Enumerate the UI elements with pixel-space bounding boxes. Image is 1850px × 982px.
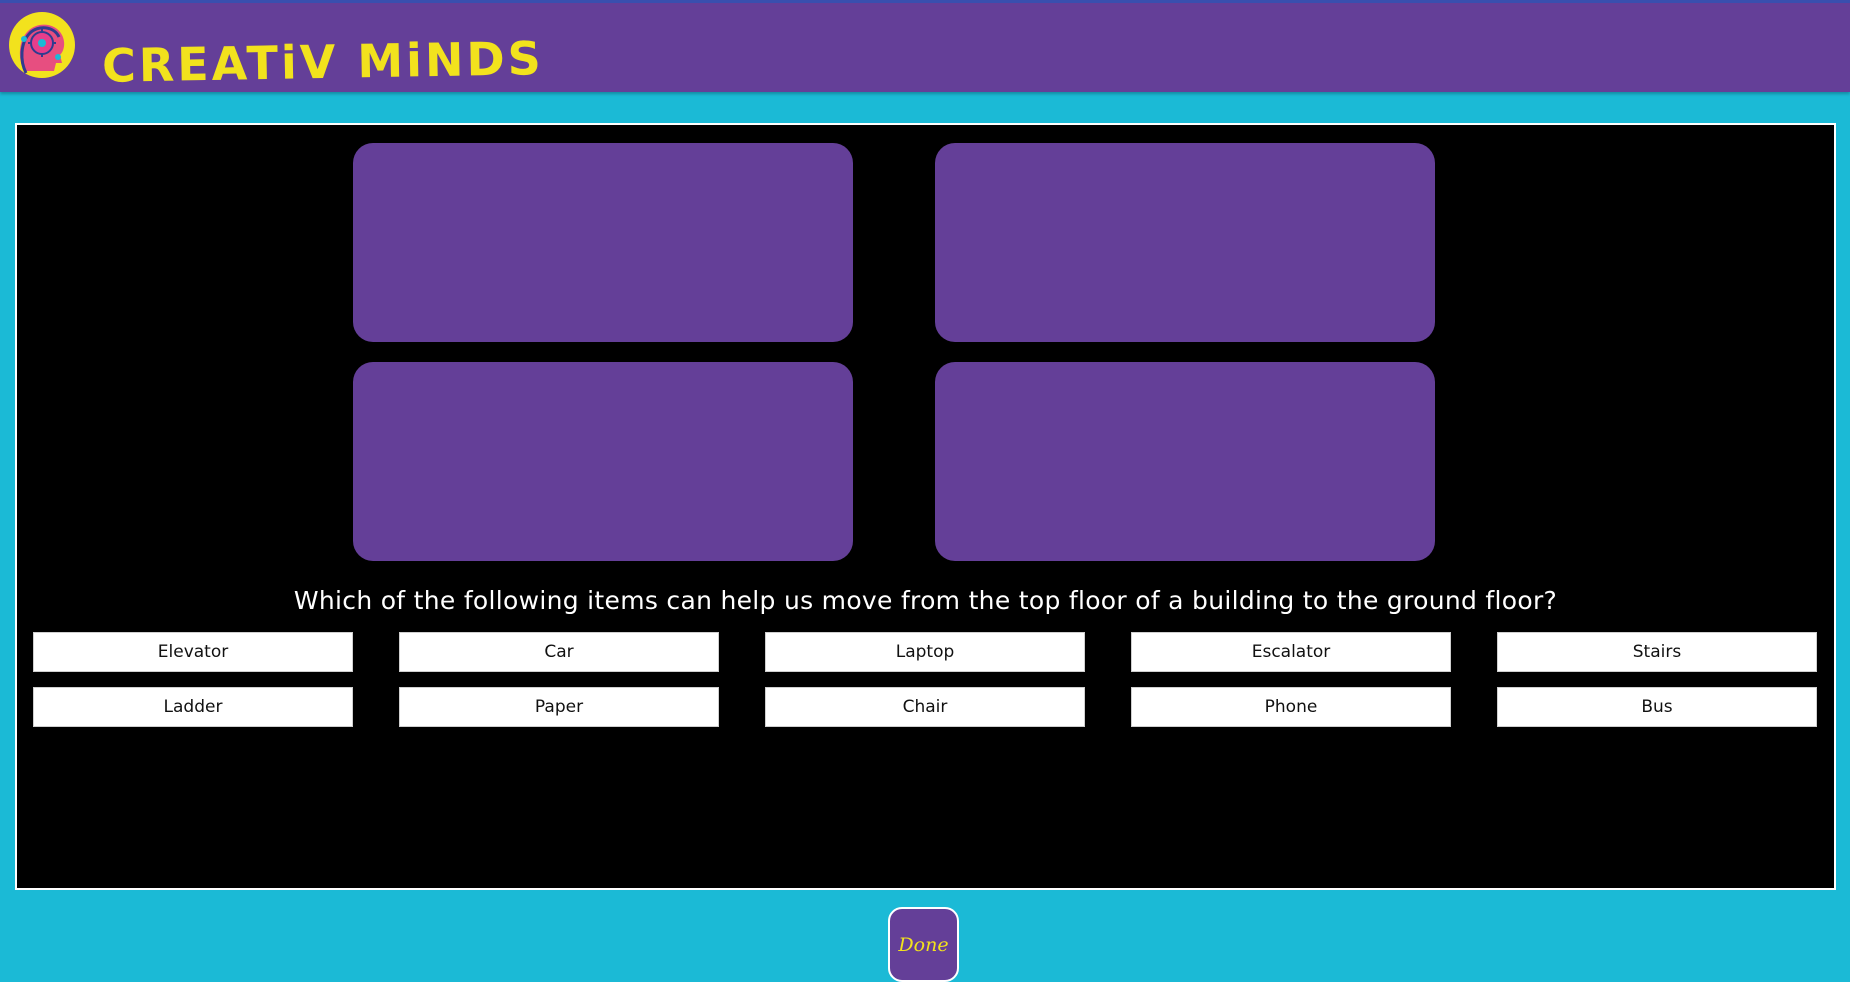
option-stairs[interactable]: Stairs	[1497, 632, 1817, 672]
option-ladder[interactable]: Ladder	[33, 687, 353, 727]
options-grid: Elevator Car Laptop Escalator Stairs Lad…	[33, 632, 1818, 727]
question-text: Which of the following items can help us…	[293, 586, 1558, 615]
option-laptop[interactable]: Laptop	[765, 632, 1085, 672]
brand-title[interactable]: CREATiV MiNDS	[102, 31, 545, 93]
option-bus[interactable]: Bus	[1497, 687, 1817, 727]
brain-gear-head-icon[interactable]	[4, 11, 76, 83]
answer-card-3[interactable]	[353, 362, 853, 561]
game-stage: Which of the following items can help us…	[15, 123, 1836, 890]
answer-card-4[interactable]	[935, 362, 1435, 561]
option-paper[interactable]: Paper	[399, 687, 719, 727]
option-chair[interactable]: Chair	[765, 687, 1085, 727]
option-elevator[interactable]: Elevator	[33, 632, 353, 672]
option-escalator[interactable]: Escalator	[1131, 632, 1451, 672]
app-header: CREATiV MiNDS	[0, 0, 1850, 93]
answer-card-2[interactable]	[935, 143, 1435, 342]
answer-card-1[interactable]	[353, 143, 853, 342]
option-car[interactable]: Car	[399, 632, 719, 672]
option-phone[interactable]: Phone	[1131, 687, 1451, 727]
